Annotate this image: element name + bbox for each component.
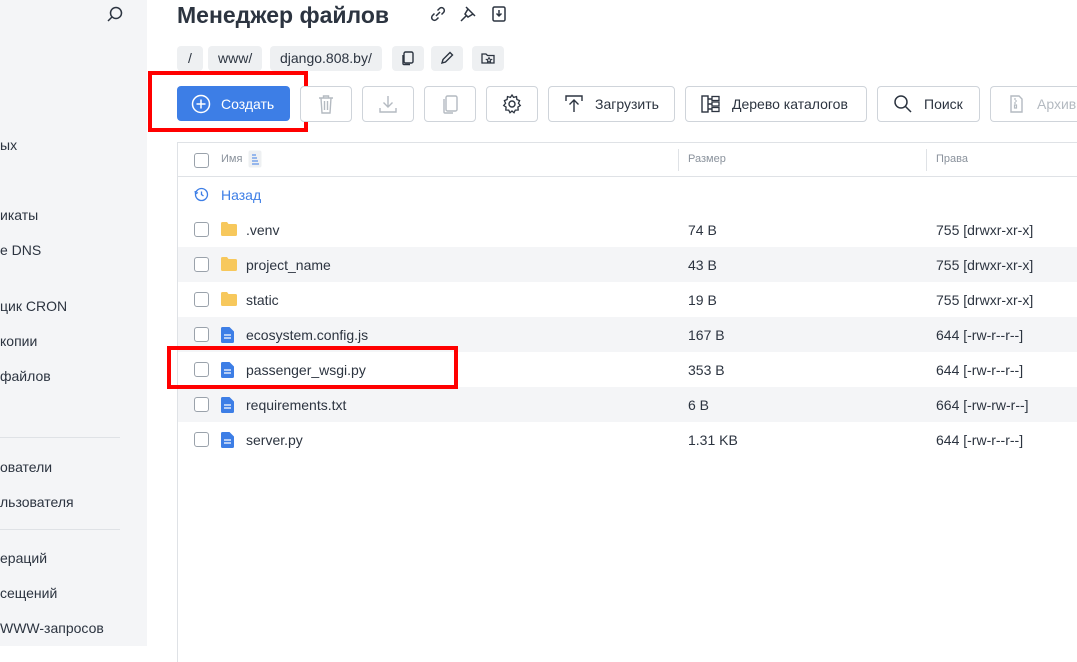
sidebar-divider bbox=[0, 529, 120, 530]
select-all-checkbox[interactable] bbox=[194, 153, 209, 168]
file-perms[interactable]: 664 [-rw-rw-r--] bbox=[936, 397, 1029, 413]
directory-tree-button-label: Дерево каталогов bbox=[732, 96, 848, 112]
file-perms[interactable]: 644 [-rw-r--r--] bbox=[936, 327, 1023, 343]
file-size: 19 B bbox=[688, 292, 717, 308]
row-checkbox[interactable] bbox=[194, 397, 209, 412]
file-name[interactable]: server.py bbox=[246, 432, 303, 448]
copy-path-button[interactable] bbox=[392, 46, 424, 71]
download-button[interactable] bbox=[362, 86, 414, 122]
archive-button-label: Архив bbox=[1037, 96, 1077, 112]
folder-icon bbox=[221, 257, 237, 271]
table-row[interactable]: static 19 B 755 [drwxr-xr-x] bbox=[178, 282, 1077, 317]
sidebar-item-cron[interactable]: цик CRON bbox=[0, 298, 67, 314]
breadcrumb-item-www[interactable]: www/ bbox=[208, 46, 263, 71]
column-header-size[interactable]: Размер bbox=[688, 153, 726, 165]
delete-button[interactable] bbox=[300, 86, 352, 122]
highlight-create bbox=[148, 71, 308, 132]
row-checkbox[interactable] bbox=[194, 327, 209, 342]
back-clock-icon bbox=[194, 187, 209, 202]
file-perms[interactable]: 644 [-rw-r--r--] bbox=[936, 362, 1023, 378]
copy-icon bbox=[402, 51, 414, 66]
file-name[interactable]: static bbox=[246, 292, 279, 308]
file-icon bbox=[221, 327, 234, 343]
trash-icon bbox=[319, 95, 333, 114]
favorite-folder-button[interactable] bbox=[472, 46, 504, 71]
column-header-perms[interactable]: Права bbox=[936, 153, 968, 165]
download-icon bbox=[379, 96, 397, 113]
pencil-icon bbox=[440, 51, 454, 65]
sidebar-item-file-manager[interactable]: файлов bbox=[0, 368, 51, 384]
breadcrumb-root[interactable]: / bbox=[177, 46, 203, 71]
search-button[interactable]: Поиск bbox=[877, 86, 980, 122]
edit-path-button[interactable] bbox=[431, 46, 463, 71]
file-size: 6 B bbox=[688, 397, 710, 413]
table-row[interactable]: project_name 43 B 755 [drwxr-xr-x] bbox=[178, 247, 1077, 282]
table-header: Имя Размер Права bbox=[178, 142, 1077, 177]
highlight-passenger-wsgi bbox=[167, 346, 458, 389]
tree-icon bbox=[701, 95, 720, 113]
file-perms[interactable]: 755 [drwxr-xr-x] bbox=[936, 222, 1033, 238]
file-size: 167 B bbox=[688, 327, 725, 343]
copy-icon bbox=[443, 95, 458, 114]
file-size: 353 B bbox=[688, 362, 725, 378]
file-name[interactable]: project_name bbox=[246, 257, 331, 273]
column-header-name[interactable]: Имя bbox=[221, 153, 242, 165]
archive-icon bbox=[1010, 95, 1023, 113]
table-row[interactable]: .venv 74 B 755 [drwxr-xr-x] bbox=[178, 212, 1077, 247]
back-link[interactable]: Назад bbox=[221, 187, 261, 203]
settings-button[interactable] bbox=[486, 86, 538, 122]
file-icon bbox=[221, 397, 234, 413]
search-icon[interactable] bbox=[105, 5, 125, 25]
file-name[interactable]: requirements.txt bbox=[246, 397, 346, 413]
sidebar-item-www-requests[interactable]: WWW-запросов bbox=[0, 620, 104, 636]
back-row[interactable]: Назад bbox=[178, 177, 1077, 212]
folder-icon bbox=[221, 292, 237, 306]
file-perms[interactable]: 755 [drwxr-xr-x] bbox=[936, 292, 1033, 308]
row-checkbox[interactable] bbox=[194, 222, 209, 237]
sidebar-item-users[interactable]: ователи bbox=[0, 459, 52, 475]
row-checkbox[interactable] bbox=[194, 257, 209, 272]
file-name[interactable]: ecosystem.config.js bbox=[246, 327, 368, 343]
table-row[interactable]: requirements.txt 6 B 664 [-rw-rw-r--] bbox=[178, 387, 1077, 422]
file-icon bbox=[221, 432, 234, 448]
sidebar-divider bbox=[0, 437, 120, 438]
sidebar-item-certificates[interactable]: икаты bbox=[0, 207, 38, 223]
gear-icon bbox=[502, 93, 522, 114]
upload-button[interactable]: Загрузить bbox=[548, 86, 675, 122]
instructions-icon[interactable] bbox=[490, 5, 508, 23]
pin-icon[interactable] bbox=[459, 5, 477, 23]
copy-button[interactable] bbox=[424, 86, 476, 122]
table-row[interactable]: server.py 1.31 KB 644 [-rw-r--r--] bbox=[178, 422, 1077, 457]
sidebar-item-databases[interactable]: ых bbox=[0, 137, 17, 153]
file-size: 43 B bbox=[688, 257, 717, 273]
page-title: Менеджер файлов bbox=[177, 2, 390, 28]
sidebar-item-visits-log[interactable]: сещений bbox=[0, 585, 57, 601]
sidebar-item-user-settings[interactable]: льзователя bbox=[0, 494, 74, 510]
sidebar: ых икаты e DNS цик CRON копии файлов ова… bbox=[0, 0, 147, 646]
file-name[interactable]: .venv bbox=[246, 222, 279, 238]
column-separator bbox=[926, 149, 927, 171]
row-checkbox[interactable] bbox=[194, 292, 209, 307]
folder-icon bbox=[221, 222, 237, 236]
archive-button[interactable]: Архив bbox=[990, 86, 1077, 122]
file-size: 1.31 KB bbox=[688, 432, 738, 448]
file-perms[interactable]: 644 [-rw-r--r--] bbox=[936, 432, 1023, 448]
file-table: Имя Размер Права Назад .venv 74 B 755 [d… bbox=[177, 142, 1077, 662]
file-size: 74 B bbox=[688, 222, 717, 238]
sort-icon[interactable] bbox=[248, 150, 262, 168]
sidebar-item-dns[interactable]: e DNS bbox=[0, 242, 41, 258]
folder-star-icon bbox=[481, 53, 495, 64]
column-separator bbox=[678, 149, 679, 171]
search-button-label: Поиск bbox=[924, 96, 963, 112]
file-perms[interactable]: 755 [drwxr-xr-x] bbox=[936, 257, 1033, 273]
row-checkbox[interactable] bbox=[194, 432, 209, 447]
breadcrumb-item-django[interactable]: django.808.by/ bbox=[270, 46, 382, 71]
sidebar-item-operations-log[interactable]: ераций bbox=[0, 550, 47, 566]
upload-button-label: Загрузить bbox=[595, 96, 659, 112]
upload-icon bbox=[565, 95, 583, 112]
sidebar-item-backups[interactable]: копии bbox=[0, 333, 37, 349]
directory-tree-button[interactable]: Дерево каталогов bbox=[685, 86, 867, 122]
link-icon[interactable] bbox=[429, 5, 447, 23]
search-icon bbox=[894, 95, 912, 113]
